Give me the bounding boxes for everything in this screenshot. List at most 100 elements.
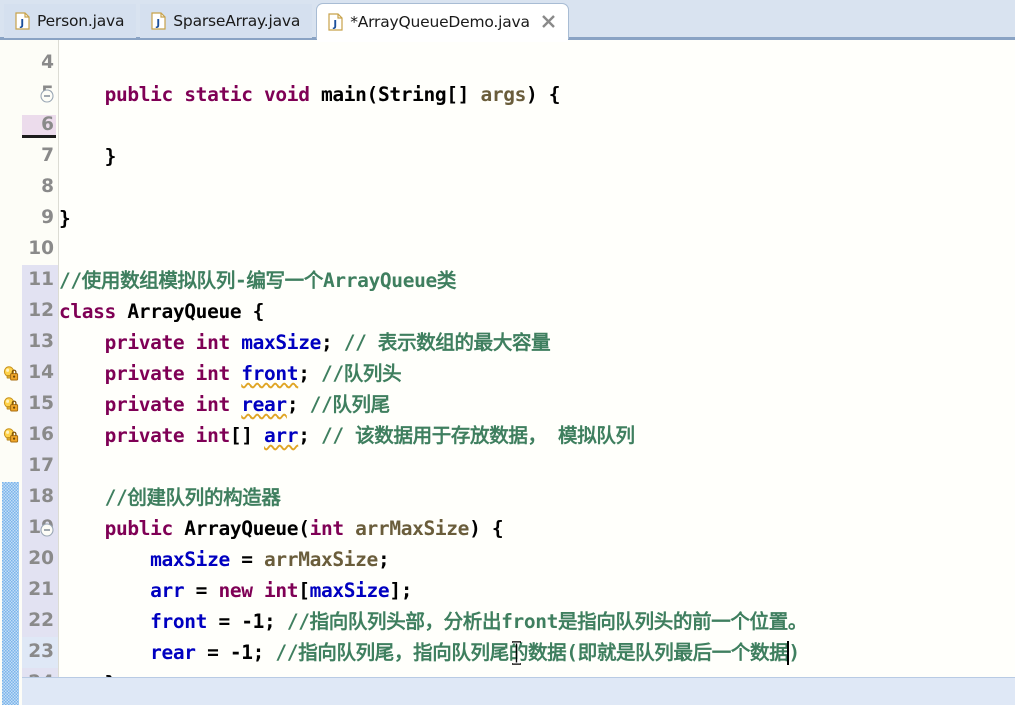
code-token: { (241, 300, 265, 323)
code-token: ]; (389, 579, 413, 602)
code-token: //指向队列尾，指向队列尾的数据(即就是队列最后一个数据) (275, 641, 800, 664)
tab-label: Person.java (37, 12, 125, 30)
code-token: rear (241, 393, 287, 416)
code-line[interactable] (59, 110, 1015, 141)
fold-marker-line-5[interactable] (40, 89, 54, 103)
code-line[interactable]: private int[] arr; // 该数据用于存放数据， 模拟队列 (59, 420, 1015, 451)
code-token: ; (298, 362, 321, 385)
code-token: ; (264, 610, 287, 633)
code-text-area[interactable]: public static void main(String[] args) {… (59, 40, 1015, 705)
editor-tab-sparsearrayjava[interactable]: J SparseArray.java (140, 4, 313, 38)
line-number: 17 (28, 455, 54, 476)
code-token: //使用数组模拟队列-编写一个ArrayQueue类 (59, 269, 457, 292)
warning-marker-line-16[interactable] (2, 427, 20, 445)
code-line[interactable]: //使用数组模拟队列-编写一个ArrayQueue类 (59, 265, 1015, 296)
eclipse-editor-window: J Person.java J SparseArray.java J *Arra… (0, 0, 1015, 705)
code-line[interactable]: maxSize = arrMaxSize; (59, 544, 1015, 575)
warning-marker-line-15[interactable] (2, 396, 20, 414)
fold-marker-line-19[interactable] (40, 523, 54, 537)
code-line[interactable]: front = -1; //指向队列头部，分析出front是指向队列头的前一个位… (59, 606, 1015, 637)
code-token: public (104, 517, 185, 540)
code-line[interactable]: private int front; //队列头 (59, 358, 1015, 389)
code-token: ; (298, 424, 321, 447)
code-token: ; (252, 641, 276, 664)
java-file-icon: J (15, 12, 30, 30)
code-token: maxSize (309, 579, 390, 602)
code-token: //队列头 (320, 362, 402, 385)
fold-collapse-icon[interactable] (40, 89, 54, 103)
code-token: private int (104, 331, 242, 354)
code-line[interactable] (59, 451, 1015, 482)
line-number: 11 (28, 269, 54, 290)
code-line[interactable] (59, 172, 1015, 203)
lightbulb-warning-icon[interactable] (2, 427, 20, 445)
code-token: [] (446, 83, 481, 106)
text-caret (787, 641, 789, 665)
code-token: = - (195, 641, 242, 664)
tab-label: *ArrayQueueDemo.java (350, 12, 530, 31)
close-icon[interactable] (541, 14, 556, 29)
code-token: = (229, 548, 265, 571)
code-token: //指向队列头部，分析出front是指向队列头的前一个位置。 (286, 610, 808, 633)
code-token: maxSize (150, 548, 230, 571)
code-token: ) { (526, 83, 561, 106)
editor-tab-arrayqueuedemojava[interactable]: J *ArrayQueueDemo.java (316, 3, 569, 42)
line-number: 15 (28, 393, 54, 414)
code-token: ) { (469, 517, 504, 540)
java-file-icon: J (328, 12, 343, 31)
code-token: } (59, 207, 71, 230)
code-token: ; (286, 393, 310, 416)
code-token: 1 (241, 641, 253, 664)
code-token: ( (298, 517, 310, 540)
svg-text:J: J (19, 18, 24, 29)
code-token: main (320, 83, 367, 106)
code-line[interactable]: public ArrayQueue(int arrMaxSize) { (59, 513, 1015, 544)
line-number: 16 (28, 424, 54, 445)
line-number: 12 (28, 300, 54, 321)
code-token: maxSize (241, 331, 321, 354)
code-line[interactable]: } (59, 203, 1015, 234)
mouse-ibeam-cursor (512, 641, 521, 665)
code-line[interactable]: //创建队列的构造器 (59, 482, 1015, 513)
lightbulb-warning-icon[interactable] (2, 365, 20, 383)
code-token: arr (264, 424, 299, 447)
line-number-gutter[interactable]: 45678910111213141516171819202122232425 (22, 40, 58, 705)
code-token: [] (229, 424, 265, 447)
line-number: 4 (41, 52, 54, 73)
code-line[interactable]: private int rear; //队列尾 (59, 389, 1015, 420)
code-token: ArrayQueue (127, 300, 242, 323)
current-line-highlight (22, 677, 1015, 705)
code-token: // 表示数组的最大容量 (343, 331, 551, 354)
code-token: ( (366, 83, 379, 106)
lightbulb-warning-icon[interactable] (2, 396, 20, 414)
java-file-icon: J (151, 12, 166, 30)
code-line[interactable]: class ArrayQueue { (59, 296, 1015, 327)
warning-marker-line-14[interactable] (2, 365, 20, 383)
line-number: 6 (22, 115, 56, 138)
code-token: private int (104, 424, 231, 447)
editor-tab-personjava[interactable]: J Person.java (4, 4, 137, 38)
code-line[interactable] (59, 48, 1015, 79)
code-line[interactable]: arr = new int[maxSize]; (59, 575, 1015, 606)
code-token: class (59, 300, 128, 323)
fold-collapse-icon[interactable] (40, 523, 54, 537)
code-token: [ (298, 579, 310, 602)
code-token: private int (104, 362, 242, 385)
annotation-column[interactable] (0, 40, 22, 705)
code-line[interactable]: public static void main(String[] args) { (59, 79, 1015, 110)
code-token: ArrayQueue (184, 517, 299, 540)
code-line[interactable]: } (59, 141, 1015, 172)
code-line[interactable]: rear = -1; //指向队列尾，指向队列尾的数据(即就是队列最后一个数据) (59, 637, 1015, 668)
code-token: arrMaxSize (355, 517, 470, 540)
code-editor[interactable]: 45678910111213141516171819202122232425 p… (0, 40, 1015, 705)
code-line[interactable]: private int maxSize; // 表示数组的最大容量 (59, 327, 1015, 358)
code-line[interactable] (59, 234, 1015, 265)
code-token: // 该数据用于存放数据， 模拟队列 (320, 424, 635, 447)
